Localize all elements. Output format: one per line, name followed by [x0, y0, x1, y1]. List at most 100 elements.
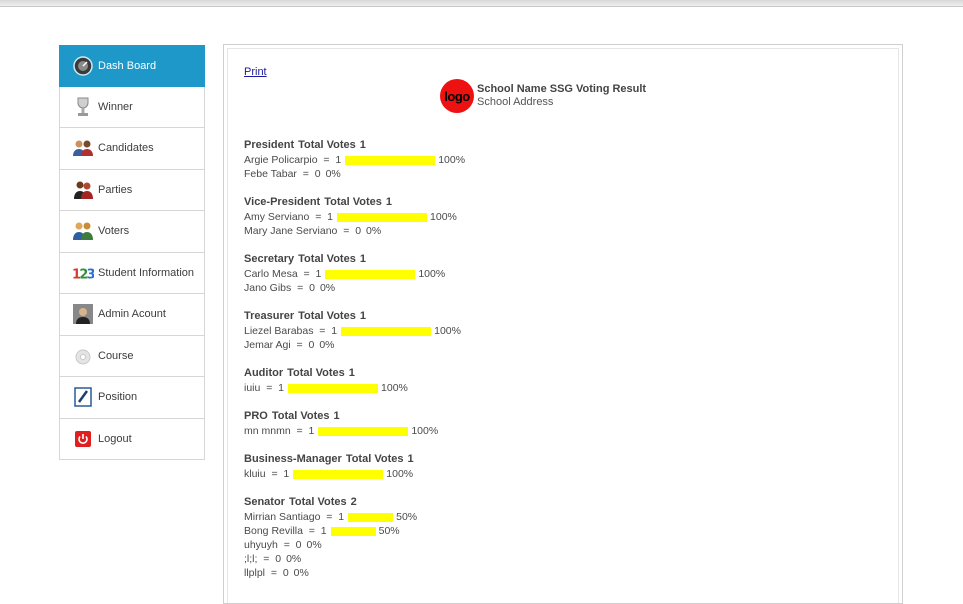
- equals-sign: =: [290, 425, 309, 437]
- position-name: Treasurer: [244, 310, 295, 322]
- candidate-row: iuiu = 1 100%: [244, 381, 664, 395]
- candidate-name: Amy Serviano: [244, 211, 310, 223]
- school-info: School Name SSG Voting Result School Add…: [477, 83, 646, 109]
- candidate-votes: 1: [308, 425, 315, 437]
- equals-sign: =: [260, 382, 279, 394]
- position-block: Vice-President Total Votes 1 Amy Serviano =…: [244, 196, 664, 238]
- edit-pen-icon: [72, 386, 94, 408]
- total-votes-label: Total Votes: [298, 139, 356, 151]
- candidate-percent: 100%: [438, 154, 466, 166]
- equals-sign: =: [320, 511, 339, 523]
- school-logo: logo: [440, 79, 474, 113]
- equals-sign: =: [317, 154, 336, 166]
- candidate-votes: 0: [308, 339, 315, 351]
- equals-sign: =: [291, 282, 310, 294]
- sidebar-item-position[interactable]: Position: [59, 377, 205, 419]
- equals-sign: =: [277, 539, 296, 551]
- candidate-percent: 0%: [319, 282, 336, 294]
- sidebar-item-logout[interactable]: Logout: [59, 418, 205, 460]
- candidate-name: Bong Revilla: [244, 525, 303, 537]
- candidate-votes: 1: [315, 268, 322, 280]
- total-votes-count: 2: [350, 496, 357, 508]
- candidate-percent: 50%: [378, 525, 400, 537]
- equals-sign: =: [309, 211, 328, 223]
- sidebar-item-winner[interactable]: Winner: [59, 86, 205, 128]
- equals-sign: =: [290, 339, 309, 351]
- dashboard-gauge-icon: [72, 55, 94, 77]
- equals-sign: =: [313, 325, 332, 337]
- total-votes-count: 1: [348, 367, 355, 379]
- total-votes-label: Total Votes: [298, 253, 356, 265]
- position-title: Senator Total Votes 2: [244, 496, 664, 509]
- position-name: Vice-President: [244, 196, 321, 208]
- candidate-row: uhyuyh = 0 0%: [244, 538, 664, 552]
- sidebar-item-voters[interactable]: Voters: [59, 211, 205, 253]
- admin-photo-icon: [72, 303, 94, 325]
- candidate-votes: 0: [295, 539, 302, 551]
- candidate-votes: 0: [355, 225, 362, 237]
- candidate-name: Febe Tabar: [244, 168, 297, 180]
- position-name: PRO: [244, 410, 268, 422]
- candidate-name: Mary Jane Serviano: [244, 225, 338, 237]
- candidate-row: ;l;l; = 0 0%: [244, 552, 664, 566]
- candidate-name: Argie Policarpio: [244, 154, 318, 166]
- position-title: PRO Total Votes 1: [244, 410, 664, 423]
- position-name: Secretary: [244, 253, 295, 265]
- equals-sign: =: [257, 553, 276, 565]
- candidate-row: Carlo Mesa = 1 100%: [244, 267, 664, 281]
- candidate-percent: 100%: [430, 211, 457, 223]
- sidebar-item-label: Position: [98, 391, 138, 404]
- candidate-row: Mary Jane Serviano = 0 0%: [244, 224, 664, 238]
- candidate-percent: 100%: [386, 468, 414, 480]
- users-pair-icon: [72, 137, 94, 159]
- sidebar-item-dash-board[interactable]: Dash Board: [59, 45, 205, 87]
- candidate-votes: 1: [338, 511, 345, 523]
- candidate-row: Jano Gibs = 0 0%: [244, 281, 664, 295]
- voters-icon: [72, 220, 94, 242]
- print-link[interactable]: Print: [244, 66, 267, 78]
- candidate-row: Mirrian Santiago = 1 50%: [244, 510, 664, 524]
- sidebar-nav: Dash Board Winner Candidates Parties Voters 1…: [59, 45, 205, 460]
- candidate-votes: 0: [309, 282, 315, 294]
- sidebar-item-parties[interactable]: Parties: [59, 169, 205, 211]
- equals-sign: =: [337, 225, 356, 237]
- total-votes-count: 1: [407, 453, 414, 465]
- candidate-row: Liezel Barabas = 1 100%: [244, 324, 664, 338]
- candidate-percent: 0%: [325, 168, 341, 180]
- total-votes-label: Total Votes: [345, 453, 404, 465]
- candidate-percent: 100%: [381, 382, 408, 394]
- position-block: President Total Votes 1 Argie Policarpio = …: [244, 139, 664, 181]
- candidate-name: Jano Gibs: [244, 282, 292, 294]
- position-name: Auditor: [244, 367, 284, 379]
- candidate-name: uhyuyh: [244, 539, 278, 551]
- candidate-percent: 100%: [411, 425, 439, 437]
- total-votes-count: 1: [359, 253, 366, 265]
- equals-sign: =: [302, 525, 321, 537]
- vote-percentage-bar: [348, 512, 394, 522]
- equals-sign: =: [265, 567, 283, 579]
- candidate-percent: 50%: [396, 511, 418, 523]
- school-address: School Address: [477, 96, 554, 108]
- total-votes-label: Total Votes: [287, 367, 345, 379]
- candidate-row: Argie Policarpio = 1 100%: [244, 153, 664, 167]
- total-votes-count: 1: [385, 196, 393, 208]
- sidebar-item-student-information[interactable]: 123 Student Information: [59, 252, 205, 294]
- sidebar-item-label: Voters: [98, 225, 130, 238]
- candidate-row: mn mnmn = 1 100%: [244, 424, 664, 438]
- candidate-votes: 0: [275, 553, 282, 565]
- position-title: Vice-President Total Votes 1: [244, 196, 664, 209]
- position-block: Business-Manager Total Votes 1 kluiu = 1 100…: [244, 453, 664, 481]
- vote-percentage-bar: [337, 212, 428, 222]
- sidebar-item-candidates[interactable]: Candidates: [59, 128, 205, 170]
- candidate-votes: 1: [278, 382, 285, 394]
- sidebar-item-course[interactable]: Course: [59, 335, 205, 377]
- candidate-name: iuiu: [244, 382, 261, 394]
- candidate-name: Carlo Mesa: [244, 268, 298, 280]
- candidate-row: llplpl = 0 0%: [244, 566, 664, 580]
- browser-top-border: [0, 0, 963, 7]
- sidebar-item-admin-acount[interactable]: Admin Acount: [59, 294, 205, 336]
- position-title: President Total Votes 1: [244, 139, 664, 152]
- equals-sign: =: [265, 468, 284, 480]
- candidate-row: Bong Revilla = 1 50%: [244, 524, 664, 538]
- candidate-name: Liezel Barabas: [244, 325, 314, 337]
